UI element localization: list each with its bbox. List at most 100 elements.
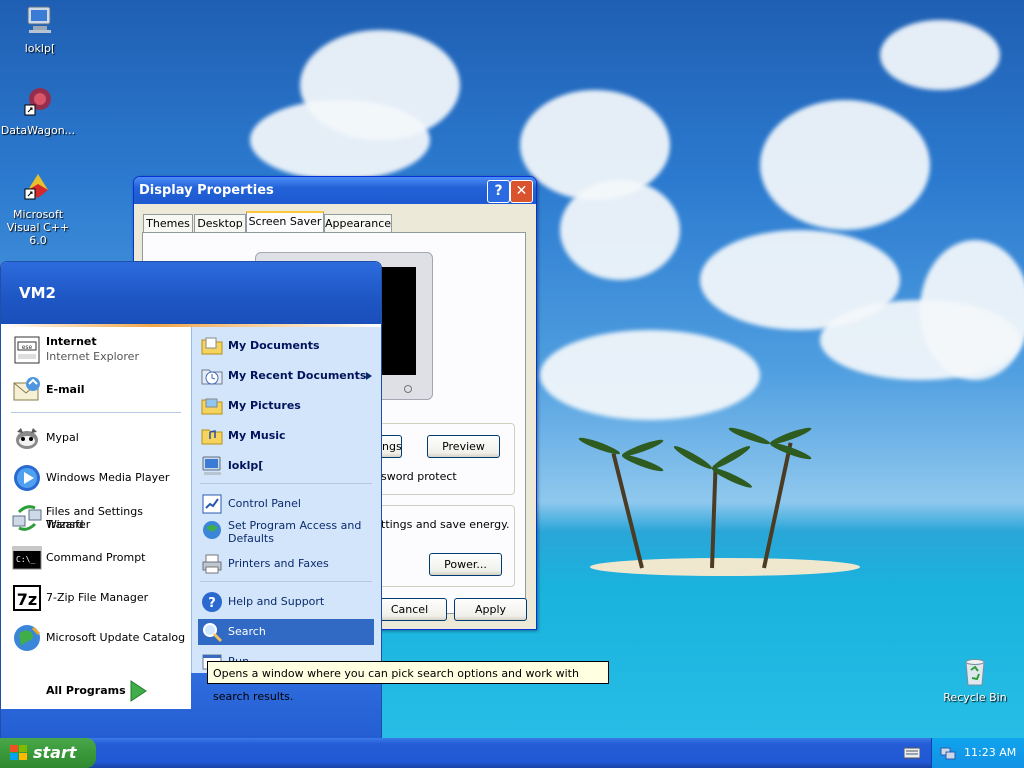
system-title: Set Program Access and: [228, 519, 362, 532]
help-button[interactable]: ?: [487, 180, 510, 203]
cloud: [760, 100, 930, 230]
search-item[interactable]: Search: [198, 619, 374, 645]
place-title: My Documents: [228, 339, 320, 352]
recent-title: Windows Media Player: [46, 471, 170, 484]
close-icon: ✕: [515, 183, 528, 199]
cloud: [250, 100, 430, 180]
help-glyph: ?: [494, 183, 503, 199]
internet-explorer-icon: ese: [14, 336, 40, 364]
desktop-icon-label: DataWagon...: [0, 124, 76, 137]
palm-trunk: [762, 442, 793, 569]
recycle-bin-icon: [965, 659, 985, 686]
folder-icon: [201, 337, 223, 355]
user-name: VM2: [19, 284, 56, 302]
keyboard-icon[interactable]: [904, 746, 920, 760]
chevron-right-icon: [366, 372, 372, 380]
folder-icon: [201, 398, 223, 415]
start-button[interactable]: start: [0, 738, 96, 768]
recent-update-catalog[interactable]: Microsoft Update Catalog: [9, 620, 187, 656]
recent-title: Mypal: [46, 431, 79, 444]
place-title: loklp[: [228, 459, 264, 472]
system-printers[interactable]: Printers and Faxes: [198, 551, 374, 577]
tab-appearance[interactable]: Appearance: [324, 214, 392, 232]
command-prompt-icon: C:\_: [12, 546, 42, 570]
taskbar: start 11:23 AM: [0, 738, 1024, 768]
svg-text:?: ?: [208, 596, 216, 611]
mypal-icon: [16, 428, 38, 449]
recent-documents-icon: [201, 369, 223, 385]
system-title: Control Panel: [228, 497, 301, 510]
apply-button[interactable]: Apply: [454, 598, 527, 621]
clock[interactable]: 11:23 AM: [964, 738, 1016, 768]
recent-title: 7-Zip File Manager: [46, 591, 149, 604]
system-program-access[interactable]: Set Program Access and Defaults: [198, 517, 374, 549]
tab-desktop[interactable]: Desktop: [194, 214, 246, 232]
place-title: My Recent Documents: [228, 369, 367, 382]
desktop-icon-loklp[interactable]: loklp[: [0, 4, 80, 55]
separator: [200, 581, 372, 582]
recent-title: Command Prompt: [46, 551, 146, 564]
tab-themes[interactable]: Themes: [143, 214, 193, 232]
system-title-line2: Defaults: [228, 532, 274, 545]
recent-command-prompt[interactable]: C:\_ Command Prompt: [9, 540, 187, 576]
printer-icon: [202, 554, 222, 574]
all-programs-button[interactable]: All Programs: [1, 673, 191, 709]
desktop-icon-recycle-bin[interactable]: Recycle Bin: [942, 656, 1008, 704]
7zip-icon: 7z: [13, 585, 41, 611]
place-loklp[interactable]: loklp[: [198, 453, 374, 479]
svg-text:C:\_: C:\_: [16, 555, 35, 564]
desktop-icon-datawagon[interactable]: DataWagon...: [0, 86, 78, 137]
place-my-music[interactable]: My Music: [198, 423, 374, 449]
place-title: My Pictures: [228, 399, 301, 412]
all-programs-label: All Programs: [46, 684, 126, 697]
recent-transfer-wizard[interactable]: Files and Settings Transfer Wizard: [9, 500, 187, 536]
system-title: Printers and Faxes: [228, 557, 329, 570]
recent-mypal[interactable]: Mypal: [9, 420, 187, 456]
recent-7zip[interactable]: 7z 7-Zip File Manager: [9, 580, 187, 616]
pinned-email[interactable]: E-mail: [9, 372, 187, 408]
place-my-recent-documents[interactable]: My Recent Documents: [198, 363, 374, 389]
svg-text:7z: 7z: [17, 590, 37, 609]
screen-saver-group: [379, 423, 515, 495]
recent-title-line2: Wizard: [46, 518, 84, 531]
system-tray: 11:23 AM: [931, 738, 1024, 768]
datawagon-icon: [24, 88, 51, 116]
recycle-bin-label: Recycle Bin: [943, 691, 1007, 704]
control-panel-icon: [202, 494, 222, 514]
dialog-titlebar[interactable]: Display Properties ? ✕: [134, 177, 536, 204]
place-my-documents[interactable]: My Documents: [198, 333, 374, 359]
help-title: Help and Support: [228, 595, 325, 608]
desktop-icon-label: loklp[: [24, 42, 56, 55]
arrow-right-icon: [130, 680, 147, 702]
settings-button[interactable]: ings: [379, 435, 402, 458]
desktop-icon-visual-cpp[interactable]: Microsoft Visual C++ 6.0: [0, 170, 78, 247]
recent-title: Microsoft Update Catalog: [46, 631, 186, 644]
palm-trunk: [710, 464, 718, 569]
palm-frond: [577, 435, 622, 457]
tab-screen-saver[interactable]: Screen Saver: [246, 211, 324, 233]
place-title: My Music: [228, 429, 286, 442]
island: [590, 558, 860, 576]
start-menu-left-pane: ese Internet Internet Explorer E-mail My…: [1, 327, 191, 673]
pinned-title: Internet: [46, 335, 97, 348]
program-access-icon: [203, 521, 221, 539]
help-and-support[interactable]: ? Help and Support: [198, 589, 374, 615]
power-button[interactable]: Power...: [429, 553, 502, 576]
transfer-wizard-icon: [12, 505, 42, 531]
computer-icon: [202, 456, 221, 475]
network-icon[interactable]: [940, 745, 956, 761]
energy-label: ttings and save energy.: [381, 518, 510, 531]
place-my-pictures[interactable]: My Pictures: [198, 393, 374, 419]
help-title: Search: [228, 625, 266, 638]
cancel-button[interactable]: Cancel: [372, 598, 447, 621]
preview-button[interactable]: Preview: [427, 435, 500, 458]
close-button[interactable]: ✕: [510, 180, 533, 203]
visual-cpp-icon: [24, 174, 48, 200]
recent-media-player[interactable]: Windows Media Player: [9, 460, 187, 496]
pinned-internet[interactable]: ese Internet Internet Explorer: [9, 332, 187, 368]
password-protect-label: sword protect: [381, 470, 457, 483]
dialog-title: Display Properties: [139, 183, 274, 198]
update-catalog-icon: [14, 625, 41, 651]
desktop-icon-label: Microsoft Visual C++ 6.0: [6, 208, 70, 247]
system-control-panel[interactable]: Control Panel: [198, 491, 374, 517]
